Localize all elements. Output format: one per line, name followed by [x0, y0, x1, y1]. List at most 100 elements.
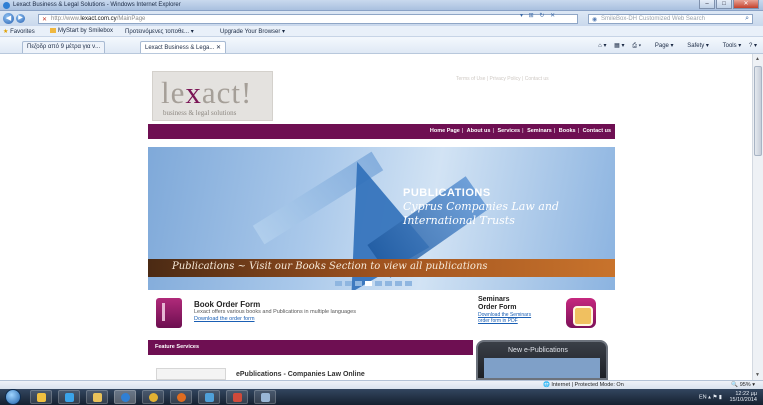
logo-tagline: business & legal solutions	[163, 109, 237, 117]
system-tray: EN ▴ ⚑ ▮ 12:22 μμ 15/10/2014	[699, 391, 757, 403]
taskbar-app[interactable]	[254, 390, 276, 404]
web-page: lexact! business & legal solutions Terms…	[0, 54, 752, 380]
slide-dot[interactable]	[385, 281, 392, 286]
top-links[interactable]: Terms of Use | Privacy Policy | Contact …	[456, 76, 549, 82]
tools-menu[interactable]: Tools ▾	[717, 43, 742, 49]
favorite-item[interactable]: Προτεινόμενες τοποθε... ▾	[125, 28, 194, 35]
seminars-title: Seminars	[478, 296, 510, 303]
slide-dot[interactable]	[335, 281, 342, 286]
book-icon	[156, 298, 182, 328]
home-icon[interactable]: ⌂ ▾	[598, 43, 606, 49]
favorites-bar: ★ Favorites MyStart by Smilebox Προτεινό…	[0, 26, 763, 37]
taskbar-ie[interactable]	[114, 390, 136, 404]
epub-screen	[484, 358, 600, 378]
nav-seminars[interactable]: Seminars	[527, 128, 552, 134]
help-icon[interactable]: ? ▾	[749, 43, 757, 49]
order-form-link[interactable]: Download the order form	[194, 316, 255, 322]
taskbar-app[interactable]	[198, 390, 220, 404]
ie-logo-icon	[3, 2, 10, 9]
taskbar-app[interactable]	[226, 390, 248, 404]
favorite-item[interactable]: MyStart by Smilebox	[50, 28, 113, 34]
banner-subtitle: Cyprus Companies Law and International Tr…	[403, 200, 559, 227]
globe-icon: 🌐	[543, 382, 550, 388]
feature-item-title[interactable]: ePublications - Companies Law Online	[236, 371, 365, 378]
window-title: Lexact Business & Legal Solutions - Wind…	[13, 2, 181, 8]
address-tools[interactable]: ▾ ⊞ ↻ ✕	[520, 12, 557, 19]
taskbar: EN ▴ ⚑ ▮ 12:22 μμ 15/10/2014	[0, 389, 763, 405]
minimize-button[interactable]: –	[699, 0, 715, 9]
forward-button[interactable]: ▶	[16, 14, 25, 23]
nav-books[interactable]: Books	[559, 128, 576, 134]
nav-home[interactable]: Home Page	[430, 128, 460, 134]
safety-menu[interactable]: Safety ▾	[681, 43, 709, 49]
slide-dot[interactable]	[355, 281, 362, 286]
zoom-level[interactable]: 🔍 95% ▾	[731, 382, 755, 388]
taskbar-firefox[interactable]	[170, 390, 192, 404]
search-placeholder: SmileBox-DH Customized Web Search	[601, 16, 705, 22]
command-bar: ⌂ ▾ ▦ ▾ ⎙ ▾ Page ▾ Safety ▾ Tools ▾ ? ▾	[592, 42, 757, 50]
taskbar-explorer[interactable]	[30, 390, 52, 404]
address-url: http://www.lexact.com.cy/MainPage	[51, 16, 146, 22]
banner-title: PUBLICATIONS	[403, 187, 491, 199]
tab-other[interactable]: Πεζοδρ από 9 μέτρα για ν...	[22, 41, 106, 53]
epub-title: New e-Publications	[508, 347, 568, 354]
scroll-down-icon[interactable]: ▼	[755, 372, 760, 378]
seminars-block: Seminars Order Form Download the Seminar…	[478, 296, 531, 324]
page-menu[interactable]: Page ▾	[649, 43, 674, 49]
favorites-button[interactable]: ★ Favorites	[3, 28, 35, 35]
favorite-item[interactable]: Upgrade Your Browser ▾	[220, 28, 285, 35]
folder-icon	[50, 28, 56, 33]
print-icon[interactable]: ⎙ ▾	[632, 43, 641, 49]
site-logo[interactable]: lexact! business & legal solutions	[152, 71, 273, 121]
seminars-subtitle: Order Form	[478, 304, 517, 311]
order-description: Lexact offers various books and Publicat…	[194, 309, 356, 315]
address-bar[interactable]: ✕ http://www.lexact.com.cy/MainPage	[38, 14, 578, 24]
vertical-scrollbar[interactable]: ▲ ▼	[752, 54, 763, 380]
nav-contact[interactable]: Contact us	[583, 128, 611, 134]
taskbar-folder[interactable]	[86, 390, 108, 404]
slide-dot[interactable]	[395, 281, 402, 286]
feature-item: ePublications - Companies Law Online	[152, 359, 472, 380]
taskbar-chrome[interactable]	[142, 390, 164, 404]
tab-lexact[interactable]: Lexact Business & Lega... ✕	[140, 41, 227, 53]
feature-title: Feature Services	[155, 344, 200, 350]
taskbar-media[interactable]	[58, 390, 80, 404]
close-button[interactable]: ✕	[733, 0, 759, 9]
address-toolbar: ◀ ▶ ✕ http://www.lexact.com.cy/MainPage …	[0, 11, 763, 26]
order-section: Book Order Form Lexact offers various bo…	[148, 294, 615, 339]
epublications-panel[interactable]: New e-Publications	[476, 340, 608, 380]
nav-services[interactable]: Services	[497, 128, 520, 134]
hero-banner[interactable]: PUBLICATIONS Cyprus Companies Law and Int…	[148, 147, 615, 290]
search-input[interactable]: ◉ SmileBox-DH Customized Web Search ⌕	[588, 14, 753, 24]
seminars-link-pdf[interactable]: order form in PDF	[478, 318, 531, 324]
banner-strip: Publications ~ Visit our Books Section t…	[148, 259, 615, 277]
security-zone: 🌐 Internet | Protected Mode: On	[543, 382, 624, 388]
nav-about[interactable]: About us	[467, 128, 491, 134]
star-icon: ★	[3, 29, 9, 35]
banner-strip-text: Publications ~ Visit our Books Section t…	[172, 261, 488, 272]
tray-icons[interactable]: ▴ ⚑ ▮	[708, 394, 722, 400]
search-icon[interactable]: ⌕	[745, 15, 749, 23]
slide-dot[interactable]	[345, 281, 352, 286]
stop-icon: ✕	[42, 17, 48, 23]
tab-bar: Πεζοδρ από 9 μέτρα για ν... Lexact Busin…	[0, 37, 763, 54]
maximize-button[interactable]: □	[716, 0, 732, 9]
search-provider-icon: ◉	[592, 17, 598, 23]
slide-dot-active[interactable]	[365, 281, 372, 286]
order-title: Book Order Form	[194, 300, 261, 309]
slider-dots	[335, 281, 415, 286]
seminar-form-icon[interactable]	[566, 298, 596, 328]
zoom-icon: 🔍	[731, 382, 739, 388]
scroll-thumb[interactable]	[754, 66, 762, 156]
back-button[interactable]: ◀	[3, 13, 14, 24]
feature-thumbnail	[156, 368, 226, 380]
window-titlebar: Lexact Business & Legal Solutions - Wind…	[0, 0, 763, 11]
slide-dot[interactable]	[405, 281, 412, 286]
language-indicator[interactable]: EN	[699, 394, 707, 400]
scroll-up-icon[interactable]: ▲	[755, 56, 760, 62]
feeds-icon[interactable]: ▦ ▾	[614, 43, 624, 49]
start-button[interactable]	[5, 389, 21, 405]
slide-dot[interactable]	[375, 281, 382, 286]
clock[interactable]: 12:22 μμ 15/10/2014	[729, 391, 757, 403]
feature-services-header: Feature Services	[148, 340, 473, 355]
